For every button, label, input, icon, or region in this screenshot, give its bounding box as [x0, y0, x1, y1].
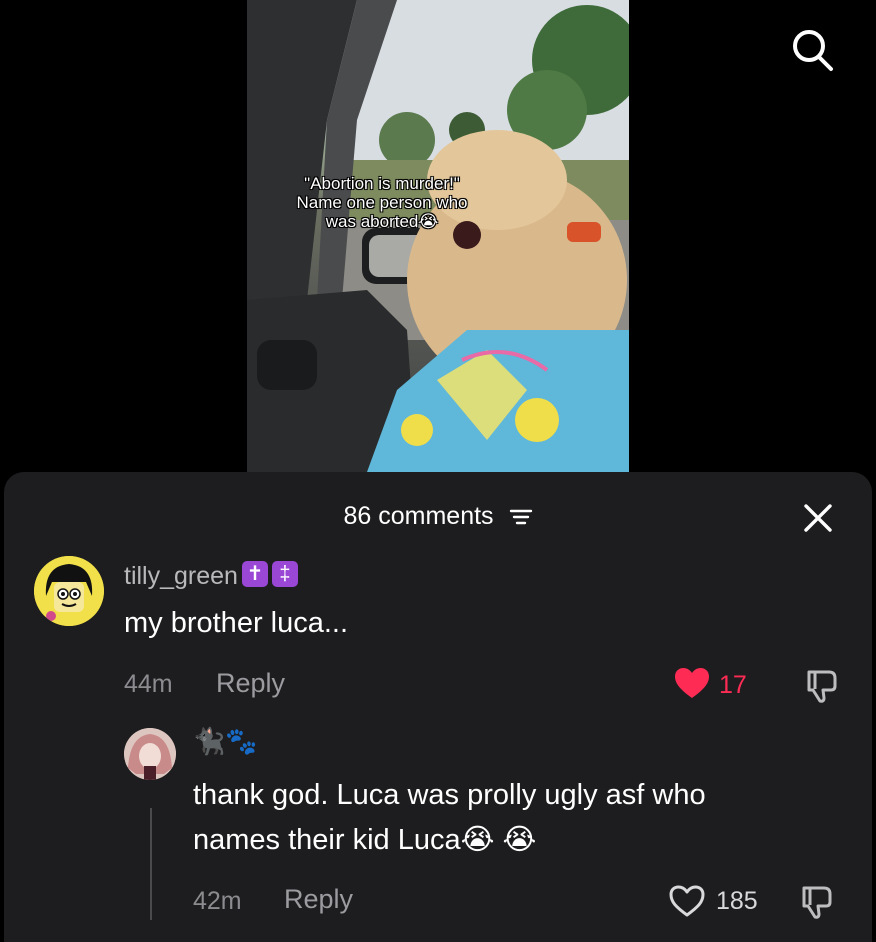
caption-line: Name one person who	[296, 193, 468, 212]
heart-outline-icon[interactable]	[668, 884, 706, 918]
comments-count: 86 comments	[343, 502, 494, 530]
caption-line: "Abortion is murder!"	[304, 174, 460, 193]
search-icon[interactable]	[788, 26, 836, 74]
video-frame	[247, 0, 629, 472]
username-text: tilly_green	[124, 562, 238, 590]
video-caption: "Abortion is murder!" Name one person wh…	[277, 174, 487, 231]
cross-badge-icon: ✝	[241, 561, 268, 588]
like-count: 17	[719, 671, 747, 699]
dislike-icon[interactable]	[803, 668, 839, 704]
heart-filled-icon[interactable]	[673, 666, 711, 700]
reply-username[interactable]: 🐈‍⬛🐾	[193, 726, 258, 757]
avatar[interactable]	[34, 556, 104, 626]
comment-time: 44m	[124, 670, 173, 698]
close-icon[interactable]	[802, 502, 834, 534]
reply-button[interactable]: Reply	[284, 884, 353, 915]
dislike-icon[interactable]	[798, 884, 834, 920]
comment-username[interactable]: tilly_green ✝ ‡	[124, 561, 298, 591]
video-player[interactable]: "Abortion is murder!" Name one person wh…	[247, 0, 629, 472]
reply-time: 42m	[193, 887, 242, 915]
double-cross-badge-icon: ‡	[271, 561, 298, 588]
reply-text-line: names their kid Luca😭 😭	[193, 824, 537, 856]
like-count: 185	[716, 887, 758, 915]
comment-text: my brother luca...	[124, 607, 349, 639]
comments-header: 86 comments	[4, 502, 872, 531]
filter-icon[interactable]	[509, 505, 533, 525]
comments-panel: 86 comments	[4, 472, 872, 942]
avatar[interactable]	[124, 728, 176, 780]
caption-line: was aborted😭	[325, 212, 439, 231]
reply-button[interactable]: Reply	[216, 668, 285, 699]
thread-line	[150, 808, 152, 920]
reply-text-line: thank god. Luca was prolly ugly asf who	[193, 779, 706, 811]
